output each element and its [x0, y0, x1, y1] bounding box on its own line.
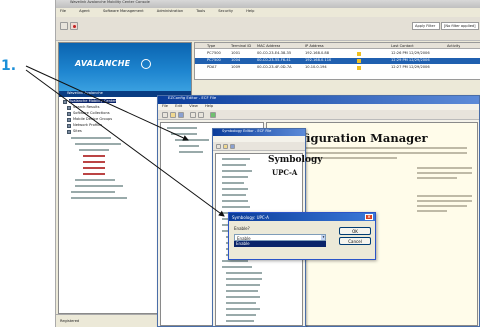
callout-arrows	[25, 65, 225, 217]
callout-arrow	[25, 69, 225, 217]
callout-arrow	[25, 65, 189, 141]
screenshot-stage: Wavelink Avalanche Mobility Center Conso…	[0, 0, 480, 327]
